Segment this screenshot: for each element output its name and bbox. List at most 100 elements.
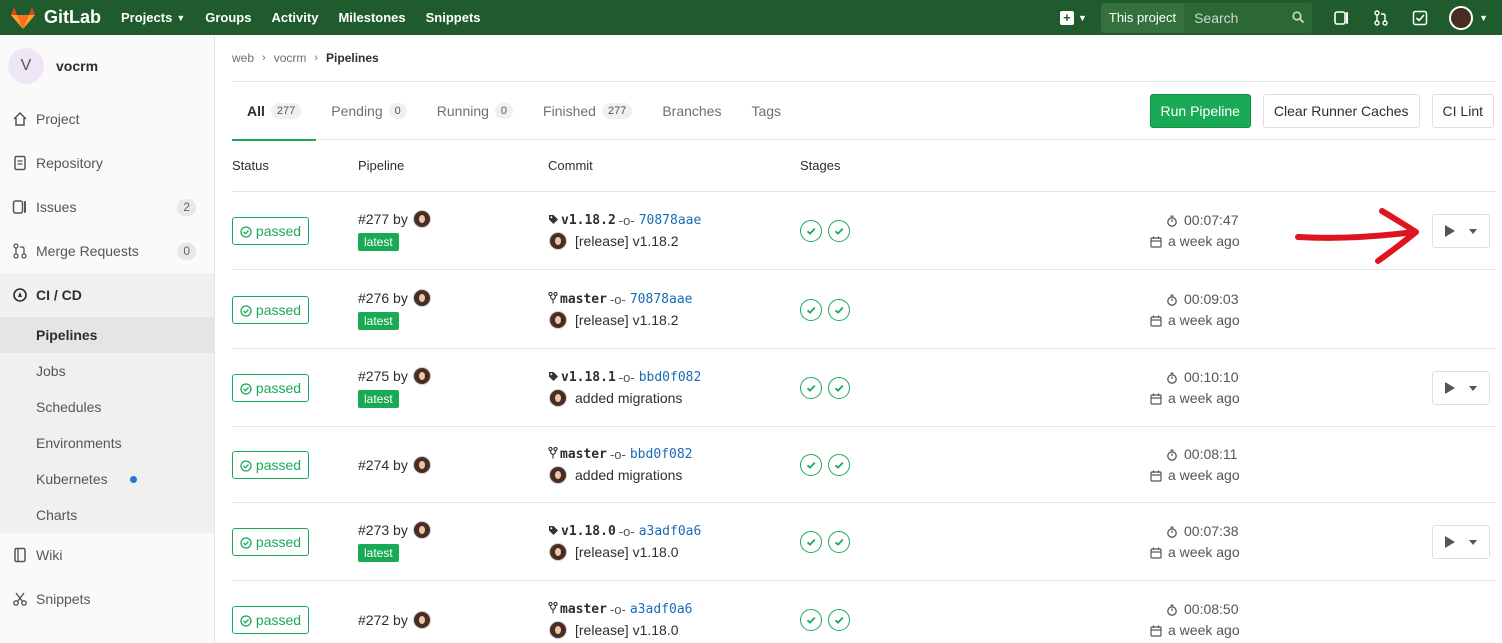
manual-actions-button[interactable]: [1432, 214, 1490, 248]
ci-lint-button[interactable]: CI Lint: [1431, 94, 1494, 128]
stage-passed-icon[interactable]: [800, 220, 822, 242]
status-badge[interactable]: passed: [232, 606, 309, 634]
status-badge[interactable]: passed: [232, 374, 309, 402]
ref-name-link[interactable]: master: [560, 602, 607, 617]
stage-passed-icon[interactable]: [800, 454, 822, 476]
manual-actions-button[interactable]: [1432, 525, 1490, 559]
breadcrumb-vocrm[interactable]: vocrm: [274, 51, 307, 65]
sidebar-item-issues[interactable]: Issues 2: [0, 185, 214, 229]
nav-groups[interactable]: Groups: [205, 10, 251, 25]
sidebar-subitem-pipelines[interactable]: Pipelines: [0, 317, 214, 353]
tab-pending[interactable]: Pending 0: [331, 82, 407, 140]
avatar[interactable]: [549, 543, 567, 561]
commit-sha-link[interactable]: bbd0f082: [630, 447, 693, 462]
commit-sha-link[interactable]: bbd0f082: [639, 370, 702, 385]
sidebar-item-project[interactable]: Project: [0, 97, 214, 141]
avatar[interactable]: [549, 466, 567, 484]
stage-passed-icon[interactable]: [828, 299, 850, 321]
sidebar-subitem-kubernetes[interactable]: Kubernetes: [0, 461, 214, 497]
commit-title-link[interactable]: [release] v1.18.2: [575, 233, 679, 249]
stage-passed-icon[interactable]: [828, 377, 850, 399]
breadcrumb-web[interactable]: web: [232, 51, 254, 65]
merge-request-nav-icon[interactable]: [1371, 8, 1391, 28]
stage-passed-icon[interactable]: [800, 531, 822, 553]
by-label: by: [393, 612, 408, 628]
avatar[interactable]: [412, 456, 431, 474]
chevron-down-icon: [1469, 228, 1477, 234]
ref-name-link[interactable]: v1.18.1: [561, 370, 616, 385]
pipeline-id-link[interactable]: #276 by: [358, 289, 431, 307]
stage-passed-icon[interactable]: [828, 531, 850, 553]
sidebar-subitem-jobs[interactable]: Jobs: [0, 353, 214, 389]
sidebar-item-snippets[interactable]: Snippets: [0, 577, 214, 621]
search-scope[interactable]: This project: [1100, 2, 1185, 33]
ref-name-link[interactable]: v1.18.2: [561, 213, 616, 228]
run-pipeline-button[interactable]: Run Pipeline: [1149, 94, 1251, 128]
clear-runner-caches-button[interactable]: Clear Runner Caches: [1262, 94, 1420, 128]
commit-sha-link[interactable]: a3adf0a6: [630, 602, 693, 617]
avatar[interactable]: [412, 289, 431, 307]
project-name: vocrm: [56, 58, 99, 74]
commit-title-link[interactable]: [release] v1.18.0: [575, 544, 679, 560]
sidebar-item-ci-cd[interactable]: CI / CD: [0, 273, 214, 317]
sidebar-item-repository[interactable]: Repository: [0, 141, 214, 185]
nav-activity[interactable]: Activity: [271, 10, 318, 25]
tab-running[interactable]: Running 0: [437, 82, 514, 140]
pipeline-id-link[interactable]: #275 by: [358, 367, 431, 385]
avatar[interactable]: [412, 611, 431, 629]
todo-nav-icon[interactable]: [1410, 8, 1430, 28]
sidebar-subitem-schedules[interactable]: Schedules: [0, 389, 214, 425]
stage-passed-icon[interactable]: [800, 609, 822, 631]
pipeline-id-link[interactable]: #272 by: [358, 611, 431, 629]
nav-snippets[interactable]: Snippets: [426, 10, 481, 25]
avatar[interactable]: [412, 367, 431, 385]
stage-passed-icon[interactable]: [800, 299, 822, 321]
sidebar-subitem-charts[interactable]: Charts: [0, 497, 214, 533]
pipeline-id-link[interactable]: #273 by: [358, 521, 431, 539]
tab-finished[interactable]: Finished 277: [543, 82, 633, 140]
sidebar-subitem-environments[interactable]: Environments: [0, 425, 214, 461]
status-badge[interactable]: passed: [232, 217, 309, 245]
pipeline-id-link[interactable]: #274 by: [358, 456, 431, 474]
avatar[interactable]: [412, 210, 431, 228]
status-badge[interactable]: passed: [232, 528, 309, 556]
commit-sha-link[interactable]: 70878aae: [639, 213, 702, 228]
commit-title-link[interactable]: [release] v1.18.0: [575, 622, 679, 638]
commit-title-link[interactable]: [release] v1.18.2: [575, 312, 679, 328]
breadcrumb-pipelines[interactable]: Pipelines: [326, 51, 379, 65]
nav-projects[interactable]: Projects ▼: [121, 10, 185, 25]
new-dropdown-button[interactable]: + ▼: [1059, 10, 1087, 25]
tab-tags[interactable]: Tags: [751, 82, 781, 140]
stage-passed-icon[interactable]: [828, 609, 850, 631]
gitlab-home-link[interactable]: GitLab: [10, 6, 101, 30]
stage-passed-icon[interactable]: [828, 454, 850, 476]
manual-actions-button[interactable]: [1432, 371, 1490, 405]
stage-passed-icon[interactable]: [828, 220, 850, 242]
avatar[interactable]: [549, 621, 567, 639]
commit-title-link[interactable]: added migrations: [575, 467, 682, 483]
status-badge[interactable]: passed: [232, 451, 309, 479]
user-avatar[interactable]: [1449, 5, 1474, 30]
avatar[interactable]: [549, 232, 567, 250]
sidebar-item-merge-requests[interactable]: Merge Requests 0: [0, 229, 214, 273]
status-badge[interactable]: passed: [232, 296, 309, 324]
avatar[interactable]: [549, 389, 567, 407]
issues-nav-icon[interactable]: [1332, 8, 1352, 28]
project-header[interactable]: V vocrm: [0, 35, 214, 97]
stage-passed-icon[interactable]: [800, 377, 822, 399]
ref-name-link[interactable]: master: [560, 447, 607, 462]
nav-milestones[interactable]: Milestones: [338, 10, 405, 25]
tab-branches[interactable]: Branches: [662, 82, 721, 140]
pipeline-id-link[interactable]: #277 by: [358, 210, 431, 228]
avatar[interactable]: [549, 311, 567, 329]
commit-sha-link[interactable]: a3adf0a6: [639, 524, 702, 539]
ref-name-link[interactable]: master: [560, 292, 607, 307]
ref-name-link[interactable]: v1.18.0: [561, 524, 616, 539]
commit-sha-link[interactable]: 70878aae: [630, 292, 693, 307]
sidebar-item-wiki[interactable]: Wiki: [0, 533, 214, 577]
avatar[interactable]: [412, 521, 431, 539]
search-input[interactable]: Search: [1184, 2, 1313, 33]
commit-title-link[interactable]: added migrations: [575, 390, 682, 406]
tab-all[interactable]: All 277: [232, 82, 317, 141]
chevron-down-icon[interactable]: ▼: [1479, 13, 1488, 23]
